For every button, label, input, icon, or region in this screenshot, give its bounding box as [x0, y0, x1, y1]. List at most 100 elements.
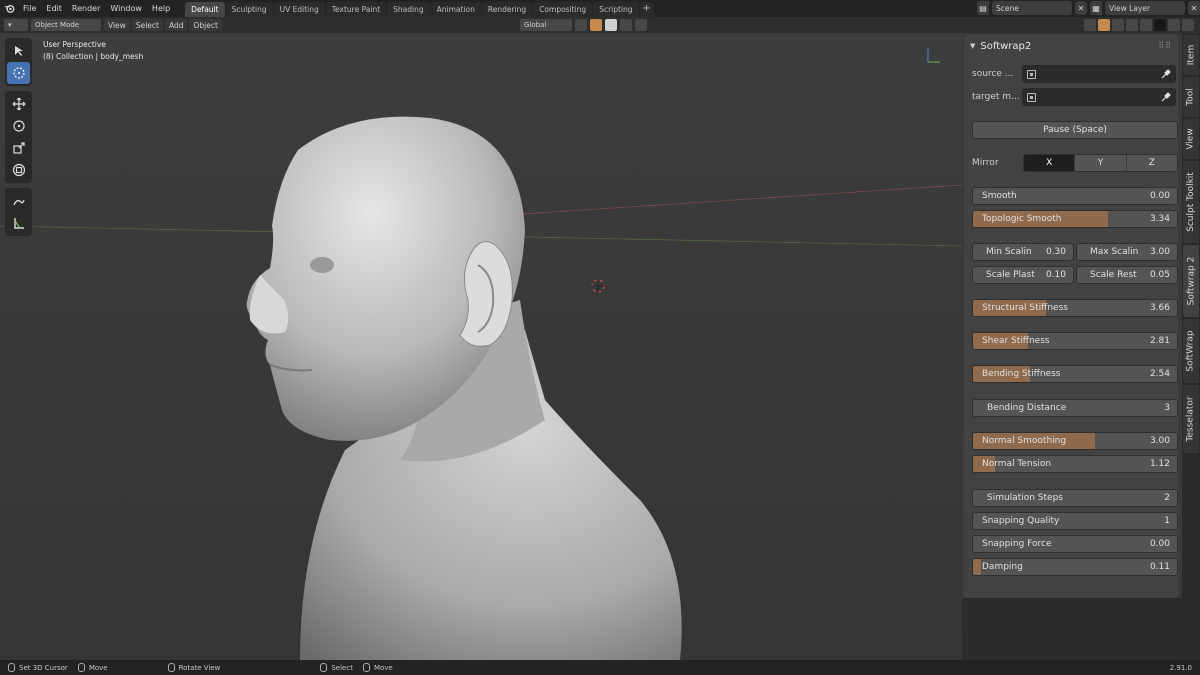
- select-circle-tool[interactable]: [7, 62, 30, 84]
- mirror-y-button[interactable]: Y: [1075, 155, 1127, 171]
- mesh-object-icon: [1027, 69, 1036, 79]
- move-tool[interactable]: [7, 93, 30, 115]
- scene-icon[interactable]: ▤: [977, 1, 989, 15]
- scene-close-icon[interactable]: ✕: [1075, 1, 1087, 15]
- material-shading-icon[interactable]: [1168, 19, 1180, 31]
- measure-tool[interactable]: [7, 212, 30, 234]
- tweak-tool[interactable]: [7, 40, 30, 62]
- smooth-slider[interactable]: Smooth 0.00: [972, 187, 1178, 205]
- pause-button[interactable]: Pause (Space): [972, 121, 1178, 139]
- slider-value: 3.66: [1149, 303, 1170, 313]
- target-object-field[interactable]: [1022, 88, 1176, 106]
- status-move: Move: [77, 663, 108, 672]
- snap-icon[interactable]: [590, 19, 602, 31]
- tab-view[interactable]: View: [1183, 119, 1199, 159]
- tab-rendering[interactable]: Rendering: [481, 2, 533, 17]
- normal-smoothing-slider[interactable]: Normal Smoothing 3.00: [972, 432, 1178, 450]
- menu-add[interactable]: Add: [164, 19, 188, 31]
- view-layer-close-icon[interactable]: ✕: [1188, 1, 1200, 15]
- mode-selector[interactable]: Object Mode: [31, 19, 101, 31]
- scale-tool[interactable]: [7, 137, 30, 159]
- scale-rest-field[interactable]: Scale Rest 0.05: [1076, 266, 1178, 284]
- editor-type-icon[interactable]: ▾: [4, 19, 28, 31]
- transform-options: Global: [520, 19, 647, 31]
- min-scalin-field[interactable]: Min Scalin 0.30: [972, 243, 1074, 261]
- transform-tool[interactable]: [7, 159, 30, 181]
- pivot-icon[interactable]: [575, 19, 587, 31]
- slider-label: Topologic Smooth: [982, 214, 1062, 224]
- mirror-label: Mirror: [972, 158, 999, 168]
- proportional-icon[interactable]: [620, 19, 632, 31]
- wireframe-shading-icon[interactable]: [1140, 19, 1152, 31]
- tab-default[interactable]: Default: [185, 2, 225, 17]
- view-layer-icon[interactable]: ▦: [1090, 1, 1102, 15]
- tab-compositing[interactable]: Compositing: [533, 2, 593, 17]
- view-layer-field[interactable]: View Layer: [1105, 1, 1185, 15]
- orientation-selector[interactable]: Global: [520, 19, 572, 31]
- visibility-icon[interactable]: [1084, 19, 1096, 31]
- tab-texture-paint[interactable]: Texture Paint: [325, 2, 387, 17]
- overlay-icon[interactable]: [1112, 19, 1124, 31]
- snap-target-icon[interactable]: [605, 19, 617, 31]
- annotate-tool[interactable]: [7, 190, 30, 212]
- scale-plast-field[interactable]: Scale Plast 0.10: [972, 266, 1074, 284]
- menu-edit[interactable]: Edit: [41, 0, 67, 17]
- slider-value: 0.11: [1149, 562, 1170, 572]
- menu-window[interactable]: Window: [105, 0, 147, 17]
- tab-sculpting[interactable]: Sculpting: [225, 2, 273, 17]
- tab-softwrap-2[interactable]: Softwrap 2: [1183, 245, 1199, 317]
- structural-stiffness-slider[interactable]: Structural Stiffness 3.66: [972, 299, 1178, 317]
- menu-view[interactable]: View: [104, 19, 130, 31]
- drag-grip-icon[interactable]: ⠿⠿: [1158, 41, 1172, 50]
- gizmo-icon[interactable]: [1098, 19, 1110, 31]
- scene-selectors: ▤ Scene ✕ ▦ View Layer ✕: [977, 1, 1200, 15]
- status-select: Select: [320, 663, 353, 672]
- tab-softwrap[interactable]: SoftWrap: [1183, 319, 1199, 383]
- rendered-shading-icon[interactable]: [1182, 19, 1194, 31]
- max-scalin-field[interactable]: Max Scalin 3.00: [1076, 243, 1178, 261]
- tab-item[interactable]: Item: [1183, 35, 1199, 75]
- tab-tesselator[interactable]: Tesselator: [1183, 385, 1199, 453]
- rotate-icon: [12, 120, 25, 132]
- version-label: 2.91.0: [1169, 663, 1192, 672]
- scale-plast-label: Scale Plast: [986, 270, 1035, 280]
- tab-scripting[interactable]: Scripting: [593, 2, 639, 17]
- workspace-tabs: Default Sculpting UV Editing Texture Pai…: [185, 0, 654, 17]
- scene-field[interactable]: Scene: [992, 1, 1072, 15]
- eyedropper-icon[interactable]: [1160, 68, 1172, 80]
- rotate-tool[interactable]: [7, 115, 30, 137]
- mirror-z-button[interactable]: Z: [1126, 155, 1177, 171]
- simulation-steps-slider[interactable]: Simulation Steps 2: [972, 489, 1178, 507]
- scalin-row: Min Scalin 0.30 Max Scalin 3.00: [972, 243, 1178, 261]
- topologic-smooth-slider[interactable]: Topologic Smooth 3.34: [972, 210, 1178, 228]
- normal-tension-slider[interactable]: Normal Tension 1.12: [972, 455, 1178, 473]
- add-workspace-button[interactable]: +: [639, 2, 654, 17]
- tab-shading[interactable]: Shading: [387, 2, 430, 17]
- solid-shading-icon[interactable]: [1154, 19, 1166, 31]
- blender-logo-icon[interactable]: [0, 0, 18, 17]
- menu-render[interactable]: Render: [67, 0, 105, 17]
- shear-stiffness-slider[interactable]: Shear Stiffness 2.81: [972, 332, 1178, 350]
- damping-slider[interactable]: Damping 0.11: [972, 558, 1178, 576]
- source-object-field[interactable]: [1022, 65, 1176, 83]
- xray-icon[interactable]: [1126, 19, 1138, 31]
- menu-object[interactable]: Object: [189, 19, 222, 31]
- 3d-viewport[interactable]: User Perspective (8) Collection | body_m…: [0, 33, 962, 660]
- menu-file[interactable]: File: [18, 0, 41, 17]
- bending-distance-slider[interactable]: Bending Distance 3: [972, 399, 1178, 417]
- select-tools: [5, 38, 32, 86]
- tab-tool[interactable]: Tool: [1183, 77, 1199, 117]
- snapping-force-slider[interactable]: Snapping Force 0.00: [972, 535, 1178, 553]
- menu-select[interactable]: Select: [131, 19, 163, 31]
- tab-animation[interactable]: Animation: [430, 2, 481, 17]
- bending-stiffness-slider[interactable]: Bending Stiffness 2.54: [972, 365, 1178, 383]
- eyedropper-icon[interactable]: [1160, 91, 1172, 103]
- panel-header[interactable]: ▼ Softwrap2: [970, 39, 1031, 53]
- source-row: source ...: [972, 65, 1176, 83]
- menu-help[interactable]: Help: [147, 0, 175, 17]
- falloff-icon[interactable]: [635, 19, 647, 31]
- mirror-x-button[interactable]: X: [1024, 155, 1076, 171]
- tab-sculpt-toolkit[interactable]: Sculpt Toolkit: [1183, 161, 1199, 243]
- snapping-quality-slider[interactable]: Snapping Quality 1: [972, 512, 1178, 530]
- tab-uv-editing[interactable]: UV Editing: [273, 2, 325, 17]
